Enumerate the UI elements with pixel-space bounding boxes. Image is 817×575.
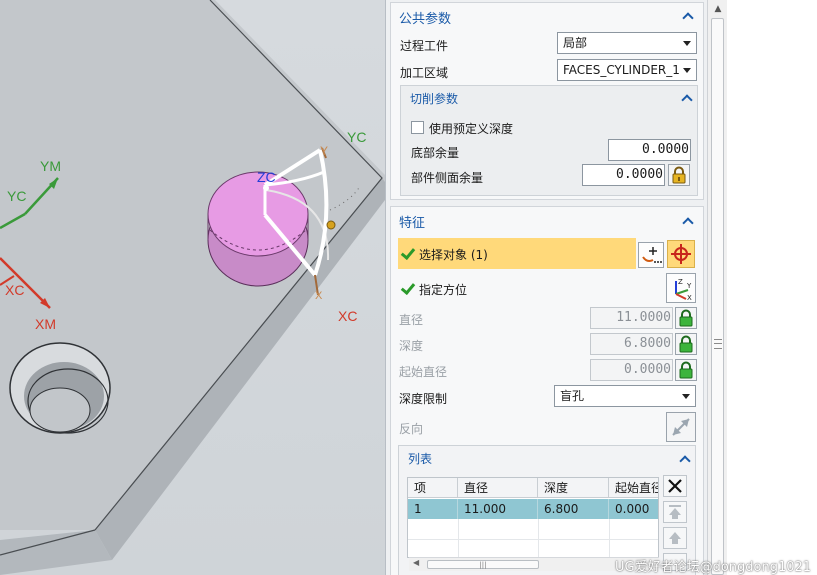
svg-text:Y: Y [686,282,692,290]
xc-axis-label: XC [338,308,358,324]
move-up-button[interactable] [663,501,687,523]
add-object-button[interactable] [638,242,664,268]
depth-limit-value: 盲孔 [560,389,585,403]
collapse-common-params-icon[interactable] [683,11,693,21]
lock-icon [679,309,693,327]
lock-button[interactable] [675,359,697,381]
collapse-feature-icon[interactable] [683,216,693,226]
reverse-direction-icon [672,418,690,436]
table-header-depth[interactable]: 深度 [538,478,609,498]
lock-icon [679,335,693,353]
list-title[interactable]: 列表 [408,450,432,467]
cut-params-title[interactable]: 切削参数 [410,90,458,107]
lock-button[interactable] [675,333,697,355]
machining-area-value: FACES_CYLINDER_1 [563,63,680,77]
panel-scroll-thumb[interactable] [711,18,724,575]
svg-text:Z: Z [678,278,683,286]
zc-axis-label: ZC [257,169,276,185]
scroll-left-icon[interactable]: ◀ [413,558,419,567]
part-side-stock-input[interactable]: 0.0000 [582,164,665,186]
panel-scrollbar[interactable]: ▲ [707,0,727,575]
process-workpiece-label: 过程工件 [400,39,449,53]
use-predefined-depth-checkbox[interactable] [411,121,424,134]
machining-area-label: 加工区域 [400,66,449,80]
lock-icon [679,361,693,379]
depth-input[interactable]: 6.8000 [590,333,673,355]
grip-icon [714,339,722,349]
csys-icon: Z Y X [675,278,692,302]
depth-limit-label: 深度限制 [399,392,448,406]
lock-icon [672,166,686,184]
check-icon [401,281,415,295]
column-divider [458,519,459,557]
start-diameter-input[interactable]: 0.0000 [590,359,673,381]
cut-params-subgroup: 切削参数 使用预定义深度 底部余量 0.0000 部件侧面余量 0.0000 [400,85,698,196]
collapse-list-icon[interactable] [680,454,690,464]
common-params-title[interactable]: 公共参数 [399,8,451,27]
depth-label: 深度 [399,339,424,353]
table-cell: 11.000 [458,499,538,519]
chevron-down-icon [683,41,691,46]
svg-text:X: X [687,294,692,302]
table-cell: 1 [408,499,458,519]
feature-list-table[interactable]: 项 直径 深度 起始直径 1 11.000 6.800 0.000 [407,477,659,558]
graphics-viewport[interactable]: YM YC XC XM ZC Y YC XC X [0,0,385,575]
x-axis-label: X [315,290,323,302]
start-diameter-label: 起始直径 [399,365,448,379]
table-header-start-diameter[interactable]: 起始直径 [609,478,658,498]
select-object-row[interactable]: 选择对象 (1) [398,238,636,269]
lock-button[interactable] [675,307,697,329]
reverse-label: 反向 [399,422,424,436]
chevron-down-icon [682,394,690,399]
check-icon [401,246,415,260]
table-header-diameter[interactable]: 直径 [458,478,538,498]
column-divider [538,519,539,557]
chevron-down-icon [683,68,691,73]
close-icon [668,479,682,493]
process-workpiece-value: 局部 [563,36,588,50]
right-empty-area [727,0,817,575]
row-divider [408,539,658,540]
select-object-label: 选择对象 (1) [419,248,488,262]
lock-button[interactable] [668,164,690,186]
y-axis-label: Y [320,144,329,158]
machining-area-select[interactable]: FACES_CYLINDER_1 [557,59,697,81]
table-cell: 6.800 [538,499,609,519]
use-predefined-depth-label: 使用预定义深度 [429,122,514,136]
table-header-item[interactable]: 项 [408,478,458,498]
csys-dialog-button[interactable]: Z Y X [666,273,696,303]
forum-watermark: UG爱好者论坛@dongdong1021 [615,560,812,575]
model-geometry [0,0,385,575]
yc-axis-label-left: YC [7,188,27,204]
reverse-direction-button[interactable] [666,412,696,442]
xc-axis-label-left: XC [5,282,25,298]
feature-title[interactable]: 特征 [399,212,425,231]
part-side-stock-label: 部件侧面余量 [411,171,484,185]
collapse-cut-params-icon[interactable] [682,93,692,103]
scroll-up-icon[interactable]: ▲ [708,1,728,17]
diameter-input[interactable]: 11.0000 [590,307,673,329]
xm-axis-label: XM [35,316,56,332]
add-object-icon [642,247,662,263]
move-to-top-icon [669,505,681,519]
table-cell: 0.000 [609,499,658,519]
arrow-up-icon [669,532,681,544]
select-point-button[interactable] [667,240,695,268]
process-workpiece-select[interactable]: 局部 [557,32,697,54]
ym-axis-label: YM [40,158,61,174]
floor-stock-input[interactable]: 0.0000 [608,139,691,161]
yc-axis-label: YC [347,129,367,145]
common-params-group: 公共参数 过程工件 局部 加工区域 FACES_CYLINDER_1 切削参数 … [390,2,704,200]
table-scroll-thumb[interactable]: ||| [427,560,539,569]
floor-stock-label: 底部余量 [411,146,460,160]
delete-item-button[interactable] [663,475,687,497]
column-divider [609,519,610,557]
move-up-one-button[interactable] [663,527,687,549]
crosshair-icon [671,244,691,264]
depth-limit-select[interactable]: 盲孔 [554,385,696,407]
diameter-label: 直径 [399,313,424,327]
specify-orientation-label: 指定方位 [419,283,468,297]
